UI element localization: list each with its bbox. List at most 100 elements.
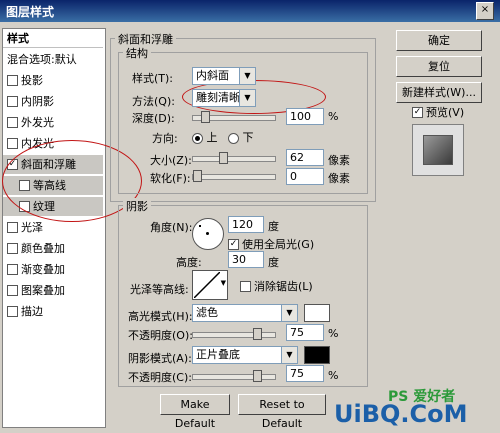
global-light-label: 使用全局光(G) bbox=[242, 238, 315, 251]
styles-header[interactable]: 样式 bbox=[3, 29, 103, 48]
shadow-mode-select[interactable]: 正片叠底 ▼ bbox=[192, 346, 298, 364]
checkbox-inner-glow[interactable] bbox=[7, 137, 18, 149]
shadow-opacity-thumb[interactable] bbox=[253, 370, 262, 382]
radio-down[interactable] bbox=[228, 132, 239, 144]
chevron-down-icon: ▼ bbox=[239, 90, 255, 106]
technique-select[interactable]: 雕刻清晰 ▼ bbox=[192, 89, 256, 107]
sidebar-item-label: 颜色叠加 bbox=[21, 242, 65, 255]
highlight-opacity-label: 不透明度(O): bbox=[128, 329, 193, 342]
altitude-unit: 度 bbox=[268, 256, 279, 269]
checkbox-pattern-overlay[interactable] bbox=[7, 284, 18, 296]
style-select[interactable]: 内斜面 ▼ bbox=[192, 67, 256, 85]
size-slider-thumb[interactable] bbox=[219, 152, 228, 164]
depth-unit: % bbox=[328, 110, 339, 123]
structure-title: 结构 bbox=[123, 45, 151, 61]
sidebar-item-label: 渐变叠加 bbox=[21, 263, 65, 276]
soften-slider[interactable] bbox=[192, 170, 276, 182]
preview-option[interactable]: ✓ 预览(V) bbox=[412, 104, 464, 120]
highlight-opacity-slider[interactable] bbox=[192, 328, 276, 340]
depth-slider-thumb[interactable] bbox=[201, 111, 210, 123]
shading-title: 阴影 bbox=[123, 198, 151, 214]
sidebar-item-label: 外发光 bbox=[21, 116, 54, 129]
contour-curve-icon bbox=[194, 272, 220, 298]
size-label: 大小(Z): bbox=[150, 154, 192, 167]
sidebar-item-label: 投影 bbox=[21, 74, 43, 87]
angle-input[interactable]: 120 bbox=[228, 216, 264, 233]
chevron-down-icon: ▼ bbox=[239, 68, 255, 84]
soften-slider-thumb[interactable] bbox=[193, 170, 202, 182]
title-bar: 图层样式 × bbox=[0, 0, 500, 22]
highlight-opacity-thumb[interactable] bbox=[253, 328, 262, 340]
shadow-mode-value: 正片叠底 bbox=[196, 348, 240, 361]
checkbox-stroke[interactable] bbox=[7, 305, 18, 317]
direction-down-option[interactable]: 下 bbox=[228, 129, 254, 145]
altitude-label: 高度: bbox=[176, 256, 202, 269]
gloss-contour-label: 光泽等高线: bbox=[130, 283, 189, 296]
sidebar-item-pattern-overlay[interactable]: 图案叠加 bbox=[3, 281, 103, 300]
shadow-color-swatch[interactable] bbox=[304, 346, 330, 364]
antialias-checkbox[interactable] bbox=[240, 280, 251, 292]
size-unit: 像素 bbox=[328, 154, 350, 167]
size-input[interactable]: 62 bbox=[286, 149, 324, 166]
depth-input[interactable]: 100 bbox=[286, 108, 324, 125]
styles-list: 样式 混合选项:默认 投影 内阴影 外发光 内发光 ✓ 斜面和浮雕 等高线 纹理 … bbox=[2, 28, 106, 428]
radio-up[interactable] bbox=[192, 132, 203, 144]
checkbox-inner-shadow[interactable] bbox=[7, 95, 18, 107]
sidebar-item-inner-shadow[interactable]: 内阴影 bbox=[3, 92, 103, 111]
checkbox-satin[interactable] bbox=[7, 221, 18, 233]
depth-slider[interactable] bbox=[192, 111, 276, 123]
checkbox-gradient-overlay[interactable] bbox=[7, 263, 18, 275]
highlight-mode-value: 滤色 bbox=[196, 306, 218, 319]
angle-dial-center bbox=[206, 232, 209, 235]
highlight-opacity-unit: % bbox=[328, 327, 339, 340]
new-style-button[interactable]: 新建样式(W)... bbox=[396, 82, 482, 103]
chevron-down-icon: ▼ bbox=[281, 347, 297, 363]
technique-label: 方法(Q): bbox=[132, 95, 175, 108]
antialias-label: 消除锯齿(L) bbox=[254, 280, 313, 293]
soften-label: 软化(F): bbox=[150, 172, 191, 185]
reset-to-default-button[interactable]: Reset to Default bbox=[238, 394, 326, 430]
antialias-option[interactable]: 消除锯齿(L) bbox=[240, 278, 313, 294]
preview-checkbox[interactable]: ✓ bbox=[412, 106, 423, 118]
style-preview-thumbnail bbox=[412, 124, 464, 176]
sidebar-item-label: 混合选项:默认 bbox=[7, 53, 77, 66]
ok-button[interactable]: 确定 bbox=[396, 30, 482, 51]
watermark-text: UiBQ.CoM bbox=[334, 400, 468, 428]
checkbox-outer-glow[interactable] bbox=[7, 116, 18, 128]
direction-label: 方向: bbox=[152, 132, 178, 145]
sidebar-item-outer-glow[interactable]: 外发光 bbox=[3, 113, 103, 132]
make-default-button[interactable]: Make Default bbox=[160, 394, 230, 430]
sidebar-item-blending-options[interactable]: 混合选项:默认 bbox=[3, 50, 103, 69]
soften-input[interactable]: 0 bbox=[286, 168, 324, 185]
angle-dial[interactable] bbox=[192, 218, 224, 250]
highlight-mode-label: 高光模式(H): bbox=[128, 310, 193, 323]
close-icon[interactable]: × bbox=[476, 2, 494, 20]
sidebar-item-color-overlay[interactable]: 颜色叠加 bbox=[3, 239, 103, 258]
depth-label: 深度(D): bbox=[132, 112, 175, 125]
highlight-opacity-input[interactable]: 75 bbox=[286, 324, 324, 341]
size-slider[interactable] bbox=[192, 152, 276, 164]
sidebar-item-drop-shadow[interactable]: 投影 bbox=[3, 71, 103, 90]
angle-dial-pointer bbox=[199, 225, 201, 227]
sidebar-item-label: 图案叠加 bbox=[21, 284, 65, 297]
gloss-contour-picker[interactable]: ▼ bbox=[192, 270, 228, 300]
checkbox-drop-shadow[interactable] bbox=[7, 74, 18, 86]
checkbox-color-overlay[interactable] bbox=[7, 242, 18, 254]
global-light-checkbox[interactable]: ✓ bbox=[228, 238, 239, 250]
sidebar-item-stroke[interactable]: 描边 bbox=[3, 302, 103, 321]
direction-down-label: 下 bbox=[242, 131, 254, 144]
altitude-input[interactable]: 30 bbox=[228, 251, 264, 268]
technique-value: 雕刻清晰 bbox=[196, 91, 240, 104]
highlight-color-swatch[interactable] bbox=[304, 304, 330, 322]
shadow-opacity-slider[interactable] bbox=[192, 370, 276, 382]
soften-unit: 像素 bbox=[328, 172, 350, 185]
reset-button[interactable]: 复位 bbox=[396, 56, 482, 77]
highlight-mode-select[interactable]: 滤色 ▼ bbox=[192, 304, 298, 322]
sidebar-item-gradient-overlay[interactable]: 渐变叠加 bbox=[3, 260, 103, 279]
shadow-opacity-input[interactable]: 75 bbox=[286, 365, 324, 382]
preview-label: 预览(V) bbox=[426, 106, 465, 119]
direction-up-option[interactable]: 上 bbox=[192, 129, 218, 145]
sidebar-item-label: 内阴影 bbox=[21, 95, 54, 108]
chevron-down-icon: ▼ bbox=[220, 279, 226, 287]
global-light-option[interactable]: ✓ 使用全局光(G) bbox=[228, 236, 314, 252]
